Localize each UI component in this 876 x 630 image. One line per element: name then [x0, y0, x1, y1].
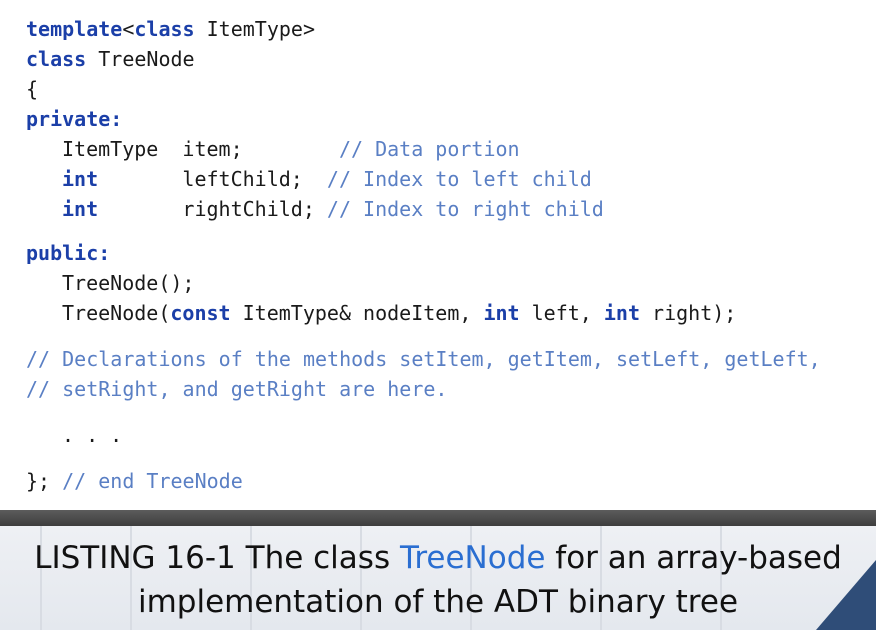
code-listing: template<class ItemType> class TreeNode{p… [0, 0, 876, 510]
code-text: right); [640, 301, 737, 325]
caption-line-1: LISTING 16-1 The class TreeNode for an a… [0, 536, 876, 580]
code-keyword: int [62, 197, 99, 221]
code-keyword: int [62, 167, 99, 191]
code-comment: // end TreeNode [50, 469, 243, 493]
code-keyword: template [26, 17, 123, 41]
code-line: int leftChild; // Index to left child [62, 164, 592, 194]
divider-bar [0, 510, 876, 526]
code-text: left, [519, 301, 604, 325]
code-comment: // Index to left child [326, 167, 592, 191]
code-line: . . . [62, 420, 122, 450]
code-keyword: public: [26, 241, 111, 265]
code-text: . . . [62, 423, 123, 447]
code-keyword: int [603, 301, 641, 325]
code-text: TreeNode(); [62, 271, 195, 295]
code-text: leftChild; [98, 167, 327, 191]
caption-suffix: for an array-based [545, 540, 842, 576]
code-line: private: [26, 104, 122, 134]
code-line: ItemType item; // Data portion [62, 134, 520, 164]
code-comment: // Declarations of the methods setItem, … [26, 347, 821, 371]
code-keyword: const [170, 301, 231, 325]
code-text: ItemType item; [62, 137, 339, 161]
code-line: // setRight, and getRight are here. [26, 374, 447, 404]
code-text: < [122, 17, 135, 41]
code-text: TreeNode( [62, 301, 171, 325]
code-text: rightChild; [98, 197, 327, 221]
caption-class-name: TreeNode [399, 540, 546, 576]
code-line: { [26, 74, 38, 104]
code-text: }; [26, 469, 51, 493]
code-line: template<class ItemType> [26, 14, 315, 44]
code-text: { [26, 77, 39, 101]
code-text: ItemType& nodeItem, [230, 301, 484, 325]
code-text: ItemType> [194, 17, 316, 41]
listing-caption: LISTING 16-1 The class TreeNode for an a… [0, 536, 876, 624]
code-line: }; // end TreeNode [26, 466, 243, 496]
caption-prefix: LISTING 16-1 The class [34, 540, 400, 576]
code-keyword: class [134, 17, 195, 41]
code-line: int rightChild; // Index to right child [62, 194, 604, 224]
code-line: public: [26, 238, 110, 268]
code-text: TreeNode [86, 47, 195, 71]
caption-line-2: implementation of the ADT binary tree [137, 584, 739, 620]
code-line: TreeNode(const ItemType& nodeItem, int l… [62, 298, 736, 328]
code-line: // Declarations of the methods setItem, … [26, 344, 821, 374]
code-comment: // setRight, and getRight are here. [26, 377, 448, 401]
code-comment: // Data portion [338, 137, 520, 161]
code-keyword: int [483, 301, 520, 325]
code-comment: // Index to right child [326, 197, 604, 221]
code-line: TreeNode(); [62, 268, 194, 298]
code-keyword: private: [26, 107, 123, 131]
code-keyword: class [26, 47, 87, 71]
code-line: class TreeNode [26, 44, 195, 74]
